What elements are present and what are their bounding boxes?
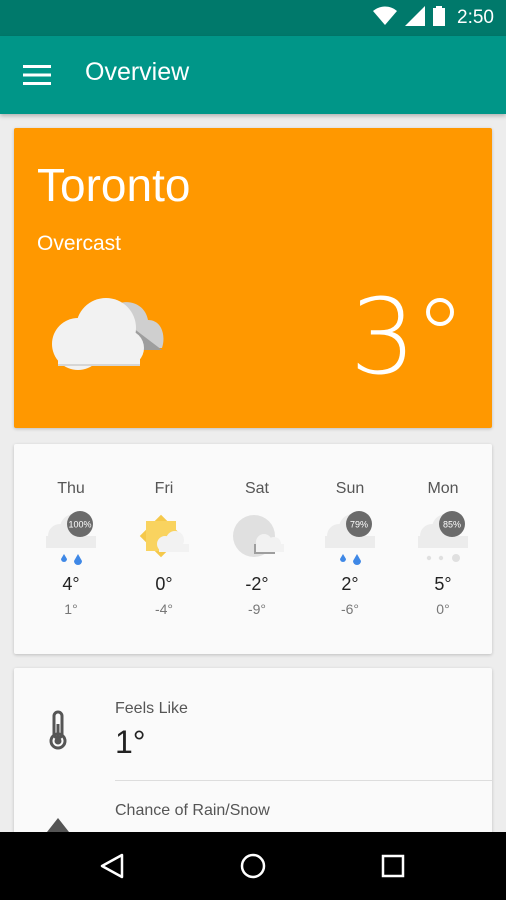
- precip-chance-label: Chance of Rain/Snow: [115, 802, 270, 819]
- precip-badge: 79%: [350, 520, 368, 530]
- feels-like-label: Feels Like: [115, 700, 188, 717]
- day-high: 2°: [341, 574, 359, 594]
- feels-like-row[interactable]: Feels Like 1°: [14, 668, 492, 780]
- status-time: 2:50: [457, 7, 494, 28]
- current-weather-card[interactable]: Toronto Overcast 3°: [14, 128, 492, 428]
- day-name: Thu: [57, 480, 85, 497]
- signal-icon: [405, 5, 426, 31]
- precip-badge: 85%: [443, 520, 461, 530]
- forecast-day[interactable]: Fri 0° -4°: [118, 444, 210, 654]
- forecast-day[interactable]: Sat -2° -9°: [211, 444, 303, 654]
- day-low: -4°: [154, 601, 174, 617]
- day-low: 1°: [64, 601, 78, 617]
- day-low: 0°: [436, 601, 450, 617]
- navigation-bar: [0, 832, 506, 900]
- day-name: Fri: [154, 480, 174, 497]
- page-title: Overview: [85, 58, 190, 86]
- battery-icon: [433, 5, 446, 31]
- divider: [115, 780, 492, 781]
- forecast-card[interactable]: Thu 100% 4° 1° Fri 0° -4° Sat -2° -9° Su…: [14, 444, 492, 654]
- day-low: -9°: [247, 601, 267, 617]
- recents-icon: [381, 854, 405, 878]
- menu-icon: [23, 65, 51, 85]
- partly-cloudy-night-icon: [233, 515, 284, 557]
- details-card[interactable]: Feels Like 1° Chance of Rain/Snow: [14, 668, 492, 832]
- day-name: Sun: [335, 480, 365, 497]
- forecast-day[interactable]: Thu 100% 4° 1°: [25, 444, 117, 654]
- day-name: Mon: [427, 480, 459, 497]
- current-temperature: 3°: [349, 276, 466, 398]
- wifi-icon: [373, 6, 398, 31]
- recents-button[interactable]: [377, 850, 409, 882]
- app-bar: Overview: [0, 36, 506, 114]
- city-name: Toronto: [37, 159, 191, 211]
- day-low: -6°: [340, 601, 360, 617]
- day-high: 0°: [155, 574, 173, 594]
- day-high: 4°: [62, 574, 80, 594]
- forecast-day[interactable]: Mon 85% 5° 0°: [397, 444, 489, 654]
- home-button[interactable]: [237, 850, 269, 882]
- main-content[interactable]: Toronto Overcast 3° Thu 100% 4° 1° Fri 0…: [0, 114, 506, 832]
- day-high: 5°: [434, 574, 452, 594]
- home-icon: [240, 853, 266, 879]
- rain-icon: 79%: [325, 511, 375, 565]
- thermometer-icon: [49, 710, 67, 750]
- snow-icon: 85%: [418, 511, 468, 562]
- precip-badge: 100%: [68, 520, 91, 530]
- back-icon: [100, 853, 124, 879]
- forecast-day[interactable]: Sun 79% 2° -6°: [304, 444, 396, 654]
- current-condition: Overcast: [37, 232, 122, 255]
- day-high: -2°: [245, 574, 269, 594]
- status-bar: 2:50: [0, 0, 506, 36]
- day-name: Sat: [244, 480, 269, 497]
- back-button[interactable]: [96, 850, 128, 882]
- feels-like-value: 1°: [115, 724, 146, 760]
- overcast-icon: [52, 298, 164, 370]
- partly-sunny-icon: [139, 514, 189, 558]
- rain-icon: 100%: [46, 511, 96, 565]
- menu-button[interactable]: [20, 58, 54, 92]
- raindrop-icon: [47, 818, 69, 832]
